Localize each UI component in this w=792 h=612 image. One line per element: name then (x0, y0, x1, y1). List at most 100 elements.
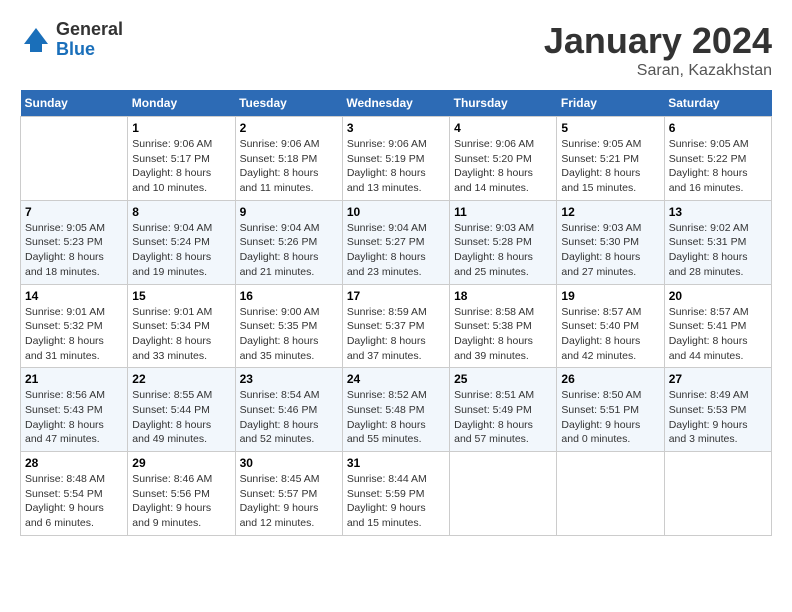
day-number: 30 (240, 456, 338, 470)
day-info: Sunrise: 9:06 AMSunset: 5:18 PMDaylight:… (240, 137, 338, 196)
calendar-cell: 5 Sunrise: 9:05 AMSunset: 5:21 PMDaylight… (557, 117, 664, 201)
day-number: 17 (347, 289, 445, 303)
day-info: Sunrise: 9:05 AMSunset: 5:21 PMDaylight:… (561, 137, 659, 196)
day-info: Sunrise: 8:45 AMSunset: 5:57 PMDaylight:… (240, 472, 338, 531)
day-info: Sunrise: 8:57 AMSunset: 5:41 PMDaylight:… (669, 305, 767, 364)
day-number: 9 (240, 205, 338, 219)
calendar-table: SundayMondayTuesdayWednesdayThursdayFrid… (20, 90, 772, 536)
weekday-header-wednesday: Wednesday (342, 90, 449, 117)
day-number: 28 (25, 456, 123, 470)
day-info: Sunrise: 8:59 AMSunset: 5:37 PMDaylight:… (347, 305, 445, 364)
day-info: Sunrise: 8:57 AMSunset: 5:40 PMDaylight:… (561, 305, 659, 364)
weekday-header-tuesday: Tuesday (235, 90, 342, 117)
calendar-cell: 6Sunrise: 9:05 AMSunset: 5:22 PMDaylight… (664, 117, 771, 201)
day-number: 26 (561, 372, 659, 386)
calendar-cell: 9 Sunrise: 9:04 AMSunset: 5:26 PMDaylight… (235, 200, 342, 284)
day-info: Sunrise: 8:58 AMSunset: 5:38 PMDaylight:… (454, 305, 552, 364)
logo-icon (20, 24, 52, 56)
day-info: Sunrise: 8:46 AMSunset: 5:56 PMDaylight:… (132, 472, 230, 531)
day-number: 11 (454, 205, 552, 219)
day-number: 14 (25, 289, 123, 303)
day-number: 13 (669, 205, 767, 219)
day-number: 2 (240, 121, 338, 135)
day-info: Sunrise: 8:44 AMSunset: 5:59 PMDaylight:… (347, 472, 445, 531)
day-info: Sunrise: 9:06 AMSunset: 5:20 PMDaylight:… (454, 137, 552, 196)
logo-blue: Blue (56, 40, 123, 60)
calendar-cell: 16 Sunrise: 9:00 AMSunset: 5:35 PMDayligh… (235, 284, 342, 368)
day-info: Sunrise: 9:06 AMSunset: 5:19 PMDaylight:… (347, 137, 445, 196)
calendar-cell: 4 Sunrise: 9:06 AMSunset: 5:20 PMDaylight… (450, 117, 557, 201)
calendar-cell: 1Sunrise: 9:06 AMSunset: 5:17 PMDaylight… (128, 117, 235, 201)
day-number: 10 (347, 205, 445, 219)
week-row-3: 14 Sunrise: 9:01 AMSunset: 5:32 PMDayligh… (21, 284, 772, 368)
day-info: Sunrise: 9:04 AMSunset: 5:26 PMDaylight:… (240, 221, 338, 280)
calendar-cell: 3 Sunrise: 9:06 AMSunset: 5:19 PMDaylight… (342, 117, 449, 201)
logo-general: General (56, 20, 123, 40)
week-row-2: 7Sunrise: 9:05 AMSunset: 5:23 PMDaylight… (21, 200, 772, 284)
day-number: 27 (669, 372, 767, 386)
calendar-cell (664, 452, 771, 536)
weekday-header-sunday: Sunday (21, 90, 128, 117)
calendar-cell: 19 Sunrise: 8:57 AMSunset: 5:40 PMDayligh… (557, 284, 664, 368)
day-info: Sunrise: 9:03 AMSunset: 5:28 PMDaylight:… (454, 221, 552, 280)
calendar-cell: 18 Sunrise: 8:58 AMSunset: 5:38 PMDayligh… (450, 284, 557, 368)
day-info: Sunrise: 8:54 AMSunset: 5:46 PMDaylight:… (240, 388, 338, 447)
day-info: Sunrise: 9:02 AMSunset: 5:31 PMDaylight:… (669, 221, 767, 280)
day-info: Sunrise: 8:51 AMSunset: 5:49 PMDaylight:… (454, 388, 552, 447)
day-number: 18 (454, 289, 552, 303)
day-info: Sunrise: 9:04 AMSunset: 5:27 PMDaylight:… (347, 221, 445, 280)
day-number: 4 (454, 121, 552, 135)
calendar-cell: 22 Sunrise: 8:55 AMSunset: 5:44 PMDayligh… (128, 368, 235, 452)
calendar-cell: 20 Sunrise: 8:57 AMSunset: 5:41 PMDayligh… (664, 284, 771, 368)
day-number: 29 (132, 456, 230, 470)
day-number: 12 (561, 205, 659, 219)
calendar-cell: 8Sunrise: 9:04 AMSunset: 5:24 PMDaylight… (128, 200, 235, 284)
calendar-cell: 15Sunrise: 9:01 AMSunset: 5:34 PMDayligh… (128, 284, 235, 368)
calendar-cell: 23 Sunrise: 8:54 AMSunset: 5:46 PMDayligh… (235, 368, 342, 452)
day-number: 24 (347, 372, 445, 386)
header: General Blue January 2024 Saran, Kazakhs… (20, 20, 772, 80)
calendar-cell: 14 Sunrise: 9:01 AMSunset: 5:32 PMDayligh… (21, 284, 128, 368)
day-number: 3 (347, 121, 445, 135)
calendar-cell: 17 Sunrise: 8:59 AMSunset: 5:37 PMDayligh… (342, 284, 449, 368)
day-info: Sunrise: 9:03 AMSunset: 5:30 PMDaylight:… (561, 221, 659, 280)
day-number: 15 (132, 289, 230, 303)
title-area: January 2024 Saran, Kazakhstan (544, 20, 772, 80)
day-info: Sunrise: 8:55 AMSunset: 5:44 PMDaylight:… (132, 388, 230, 447)
day-info: Sunrise: 9:01 AMSunset: 5:32 PMDaylight:… (25, 305, 123, 364)
day-number: 22 (132, 372, 230, 386)
calendar-cell: 12 Sunrise: 9:03 AMSunset: 5:30 PMDayligh… (557, 200, 664, 284)
calendar-cell: 29 Sunrise: 8:46 AMSunset: 5:56 PMDayligh… (128, 452, 235, 536)
day-info: Sunrise: 9:04 AMSunset: 5:24 PMDaylight:… (132, 221, 230, 280)
calendar-cell: 21 Sunrise: 8:56 AMSunset: 5:43 PMDayligh… (21, 368, 128, 452)
week-row-5: 28 Sunrise: 8:48 AMSunset: 5:54 PMDayligh… (21, 452, 772, 536)
calendar-cell: 24 Sunrise: 8:52 AMSunset: 5:48 PMDayligh… (342, 368, 449, 452)
day-info: Sunrise: 8:52 AMSunset: 5:48 PMDaylight:… (347, 388, 445, 447)
weekday-header-row: SundayMondayTuesdayWednesdayThursdayFrid… (21, 90, 772, 117)
calendar-cell: 11 Sunrise: 9:03 AMSunset: 5:28 PMDayligh… (450, 200, 557, 284)
day-info: Sunrise: 8:49 AMSunset: 5:53 PMDaylight:… (669, 388, 767, 447)
day-number: 21 (25, 372, 123, 386)
calendar-cell (450, 452, 557, 536)
day-number: 23 (240, 372, 338, 386)
week-row-4: 21 Sunrise: 8:56 AMSunset: 5:43 PMDayligh… (21, 368, 772, 452)
calendar-cell: 27 Sunrise: 8:49 AMSunset: 5:53 PMDayligh… (664, 368, 771, 452)
day-number: 25 (454, 372, 552, 386)
day-number: 19 (561, 289, 659, 303)
day-info: Sunrise: 8:48 AMSunset: 5:54 PMDaylight:… (25, 472, 123, 531)
day-number: 5 (561, 121, 659, 135)
week-row-1: 1Sunrise: 9:06 AMSunset: 5:17 PMDaylight… (21, 117, 772, 201)
day-number: 16 (240, 289, 338, 303)
logo-text: General Blue (56, 20, 123, 60)
day-info: Sunrise: 9:06 AMSunset: 5:17 PMDaylight:… (132, 137, 230, 196)
day-info: Sunrise: 8:56 AMSunset: 5:43 PMDaylight:… (25, 388, 123, 447)
calendar-cell: 30 Sunrise: 8:45 AMSunset: 5:57 PMDayligh… (235, 452, 342, 536)
weekday-header-monday: Monday (128, 90, 235, 117)
location-title: Saran, Kazakhstan (544, 62, 772, 80)
calendar-cell: 7Sunrise: 9:05 AMSunset: 5:23 PMDaylight… (21, 200, 128, 284)
calendar-cell: 28 Sunrise: 8:48 AMSunset: 5:54 PMDayligh… (21, 452, 128, 536)
day-info: Sunrise: 9:00 AMSunset: 5:35 PMDaylight:… (240, 305, 338, 364)
day-number: 20 (669, 289, 767, 303)
day-number: 6 (669, 121, 767, 135)
logo: General Blue (20, 20, 123, 60)
